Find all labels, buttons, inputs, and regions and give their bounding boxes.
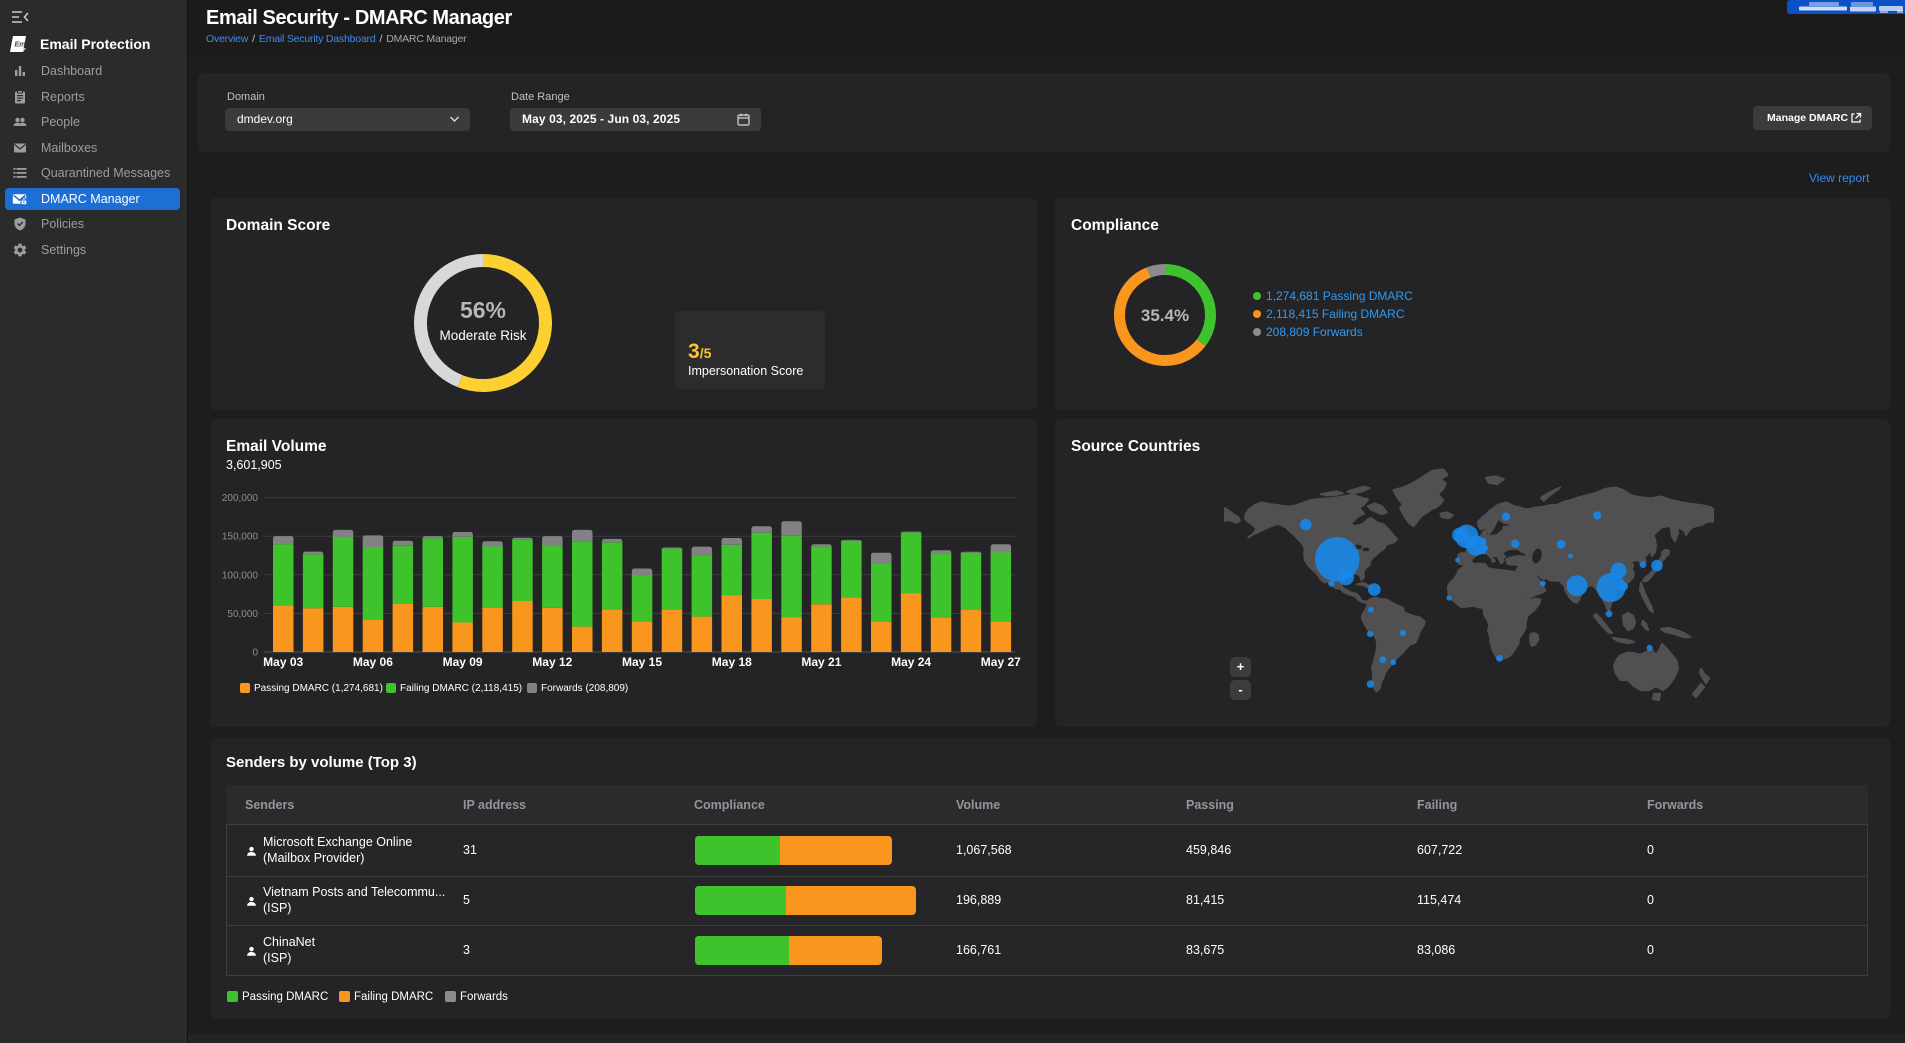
svg-text:May 15: May 15 <box>622 655 662 669</box>
svg-text:35.4%: 35.4% <box>1141 306 1189 325</box>
svg-text:200,000: 200,000 <box>222 493 259 504</box>
svg-text:May 27: May 27 <box>981 655 1021 669</box>
svg-text:Em: Em <box>15 42 26 49</box>
svg-text:150,000: 150,000 <box>222 532 259 543</box>
svg-text:May 03: May 03 <box>263 655 303 669</box>
svg-text:100,000: 100,000 <box>222 570 259 581</box>
svg-text:May 21: May 21 <box>801 655 841 669</box>
svg-text:Moderate Risk: Moderate Risk <box>439 328 526 343</box>
svg-text:May 06: May 06 <box>353 655 393 669</box>
svg-text:May 12: May 12 <box>532 655 572 669</box>
svg-text:May 09: May 09 <box>443 655 483 669</box>
svg-text:56%: 56% <box>460 297 506 323</box>
svg-text:May 24: May 24 <box>891 655 931 669</box>
svg-text:May 18: May 18 <box>712 655 752 669</box>
svg-text:50,000: 50,000 <box>227 609 258 620</box>
svg-text:0: 0 <box>252 648 258 659</box>
